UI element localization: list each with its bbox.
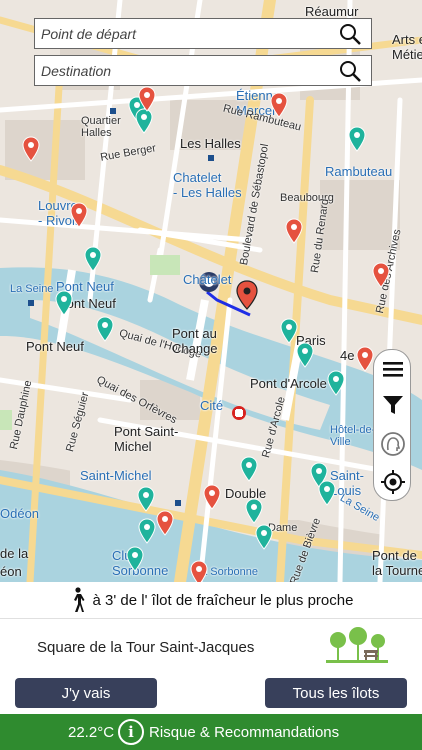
filter-icon	[383, 396, 403, 414]
map-label-arts-metiers: Arts e Métier	[392, 32, 422, 62]
destination-search-box	[34, 55, 372, 86]
info-icon[interactable]: i	[118, 719, 145, 745]
temperature: 22.2°C	[68, 723, 115, 741]
hot-spot-pin-icon[interactable]	[285, 218, 303, 244]
map-label-4e: 4e	[340, 348, 355, 363]
cool-island-pin-icon[interactable]	[318, 480, 336, 506]
destination-pin-icon[interactable]	[236, 280, 258, 310]
cool-island-pin-icon[interactable]	[280, 318, 298, 344]
menu-icon	[383, 362, 403, 377]
map-label-les-halles: Les Halles	[180, 136, 241, 151]
destination-input[interactable]	[35, 56, 337, 85]
profile-button[interactable]	[378, 429, 408, 459]
go-button[interactable]: J'y vais	[15, 678, 157, 708]
start-search-box	[34, 18, 372, 49]
walking-person-icon	[73, 587, 85, 612]
map-label-rambuteau: Rambuteau	[325, 164, 393, 179]
filter-button[interactable]	[378, 390, 408, 420]
map-controls	[373, 349, 411, 501]
cool-island-pin-icon[interactable]	[296, 342, 314, 368]
head-profile-icon	[381, 432, 405, 456]
map-label-chatelet: Châtelet	[183, 272, 232, 287]
hot-spot-pin-icon[interactable]	[70, 202, 88, 228]
hot-spot-pin-icon[interactable]	[203, 484, 221, 510]
start-input[interactable]	[35, 19, 337, 48]
cool-island-pin-icon[interactable]	[245, 498, 263, 524]
map-label-saint-michel: Saint-Michel	[80, 468, 152, 483]
cool-island-pin-icon[interactable]	[84, 246, 102, 272]
locate-button[interactable]	[378, 467, 408, 497]
nearest-info-bar: à 3' de l' îlot de fraîcheur le plus pro…	[0, 582, 422, 619]
map-label-la-seine-1: La Seine	[10, 283, 54, 295]
cool-island-pin-icon[interactable]	[348, 126, 366, 152]
map-label-pont-neuf: Pont Neuf	[26, 339, 84, 354]
map-label-pont-au-change: Pont au Change	[172, 326, 218, 356]
map-label-de-la: de la	[0, 546, 29, 561]
cool-island-pin-icon[interactable]	[240, 456, 258, 482]
cool-island-pin-icon[interactable]	[96, 316, 114, 342]
map-label-quartier-halles: Quartier Halles	[81, 115, 121, 139]
map-label-hotel-ville: Hôtel-de- Ville	[330, 424, 376, 448]
search-icon[interactable]	[339, 23, 361, 45]
cool-island-pin-icon[interactable]	[255, 524, 273, 550]
map-label-cite: Cité	[200, 398, 224, 413]
cool-island-pin-icon[interactable]	[137, 486, 155, 512]
menu-button[interactable]	[378, 354, 408, 384]
park-trees-icon	[326, 627, 388, 663]
all-islands-button[interactable]: Tous les îlots	[265, 678, 407, 708]
footer-bar[interactable]: 22.2°C i Risque & Recommandations	[0, 714, 422, 750]
cool-island-pin-icon[interactable]	[55, 290, 73, 316]
cool-island-pin-icon[interactable]	[327, 370, 345, 396]
map[interactable]: Réaumur Arts e Métier Étienne Marcel Qua…	[0, 0, 422, 582]
location-icon	[381, 470, 405, 494]
map-label-pont-arcole: Pont d'Arcole	[250, 376, 327, 391]
hot-spot-pin-icon[interactable]	[22, 136, 40, 162]
cool-island-pin-icon[interactable]	[138, 518, 156, 544]
map-label-eon: éon	[0, 564, 22, 579]
place-card[interactable]: Square de la Tour Saint-Jacques	[0, 620, 422, 676]
map-label-odeon: Odéon	[0, 506, 40, 521]
hot-spot-pin-icon[interactable]	[190, 560, 208, 582]
hot-spot-pin-icon[interactable]	[372, 262, 390, 288]
map-label-pont-tournelle: Pont de la Tournell	[372, 548, 422, 578]
nearest-info-text: à 3' de l' îlot de fraîcheur le plus pro…	[92, 591, 354, 609]
risk-link[interactable]: Risque & Recommandations	[149, 724, 339, 741]
place-name: Square de la Tour Saint-Jacques	[37, 639, 255, 656]
cool-island-pin-icon[interactable]	[126, 546, 144, 572]
hot-spot-pin-icon[interactable]	[156, 510, 174, 536]
search-icon[interactable]	[339, 60, 361, 82]
map-label-pont-saint-michel: Pont Saint- Michel	[114, 424, 179, 454]
map-label-reaumur: Réaumur	[305, 4, 359, 19]
map-label-chatelet-les-halles: Chatelet - Les Halles	[173, 170, 242, 200]
hot-spot-pin-icon[interactable]	[270, 92, 288, 118]
hot-spot-pin-icon[interactable]	[138, 86, 156, 112]
hot-spot-pin-icon[interactable]	[356, 346, 374, 372]
